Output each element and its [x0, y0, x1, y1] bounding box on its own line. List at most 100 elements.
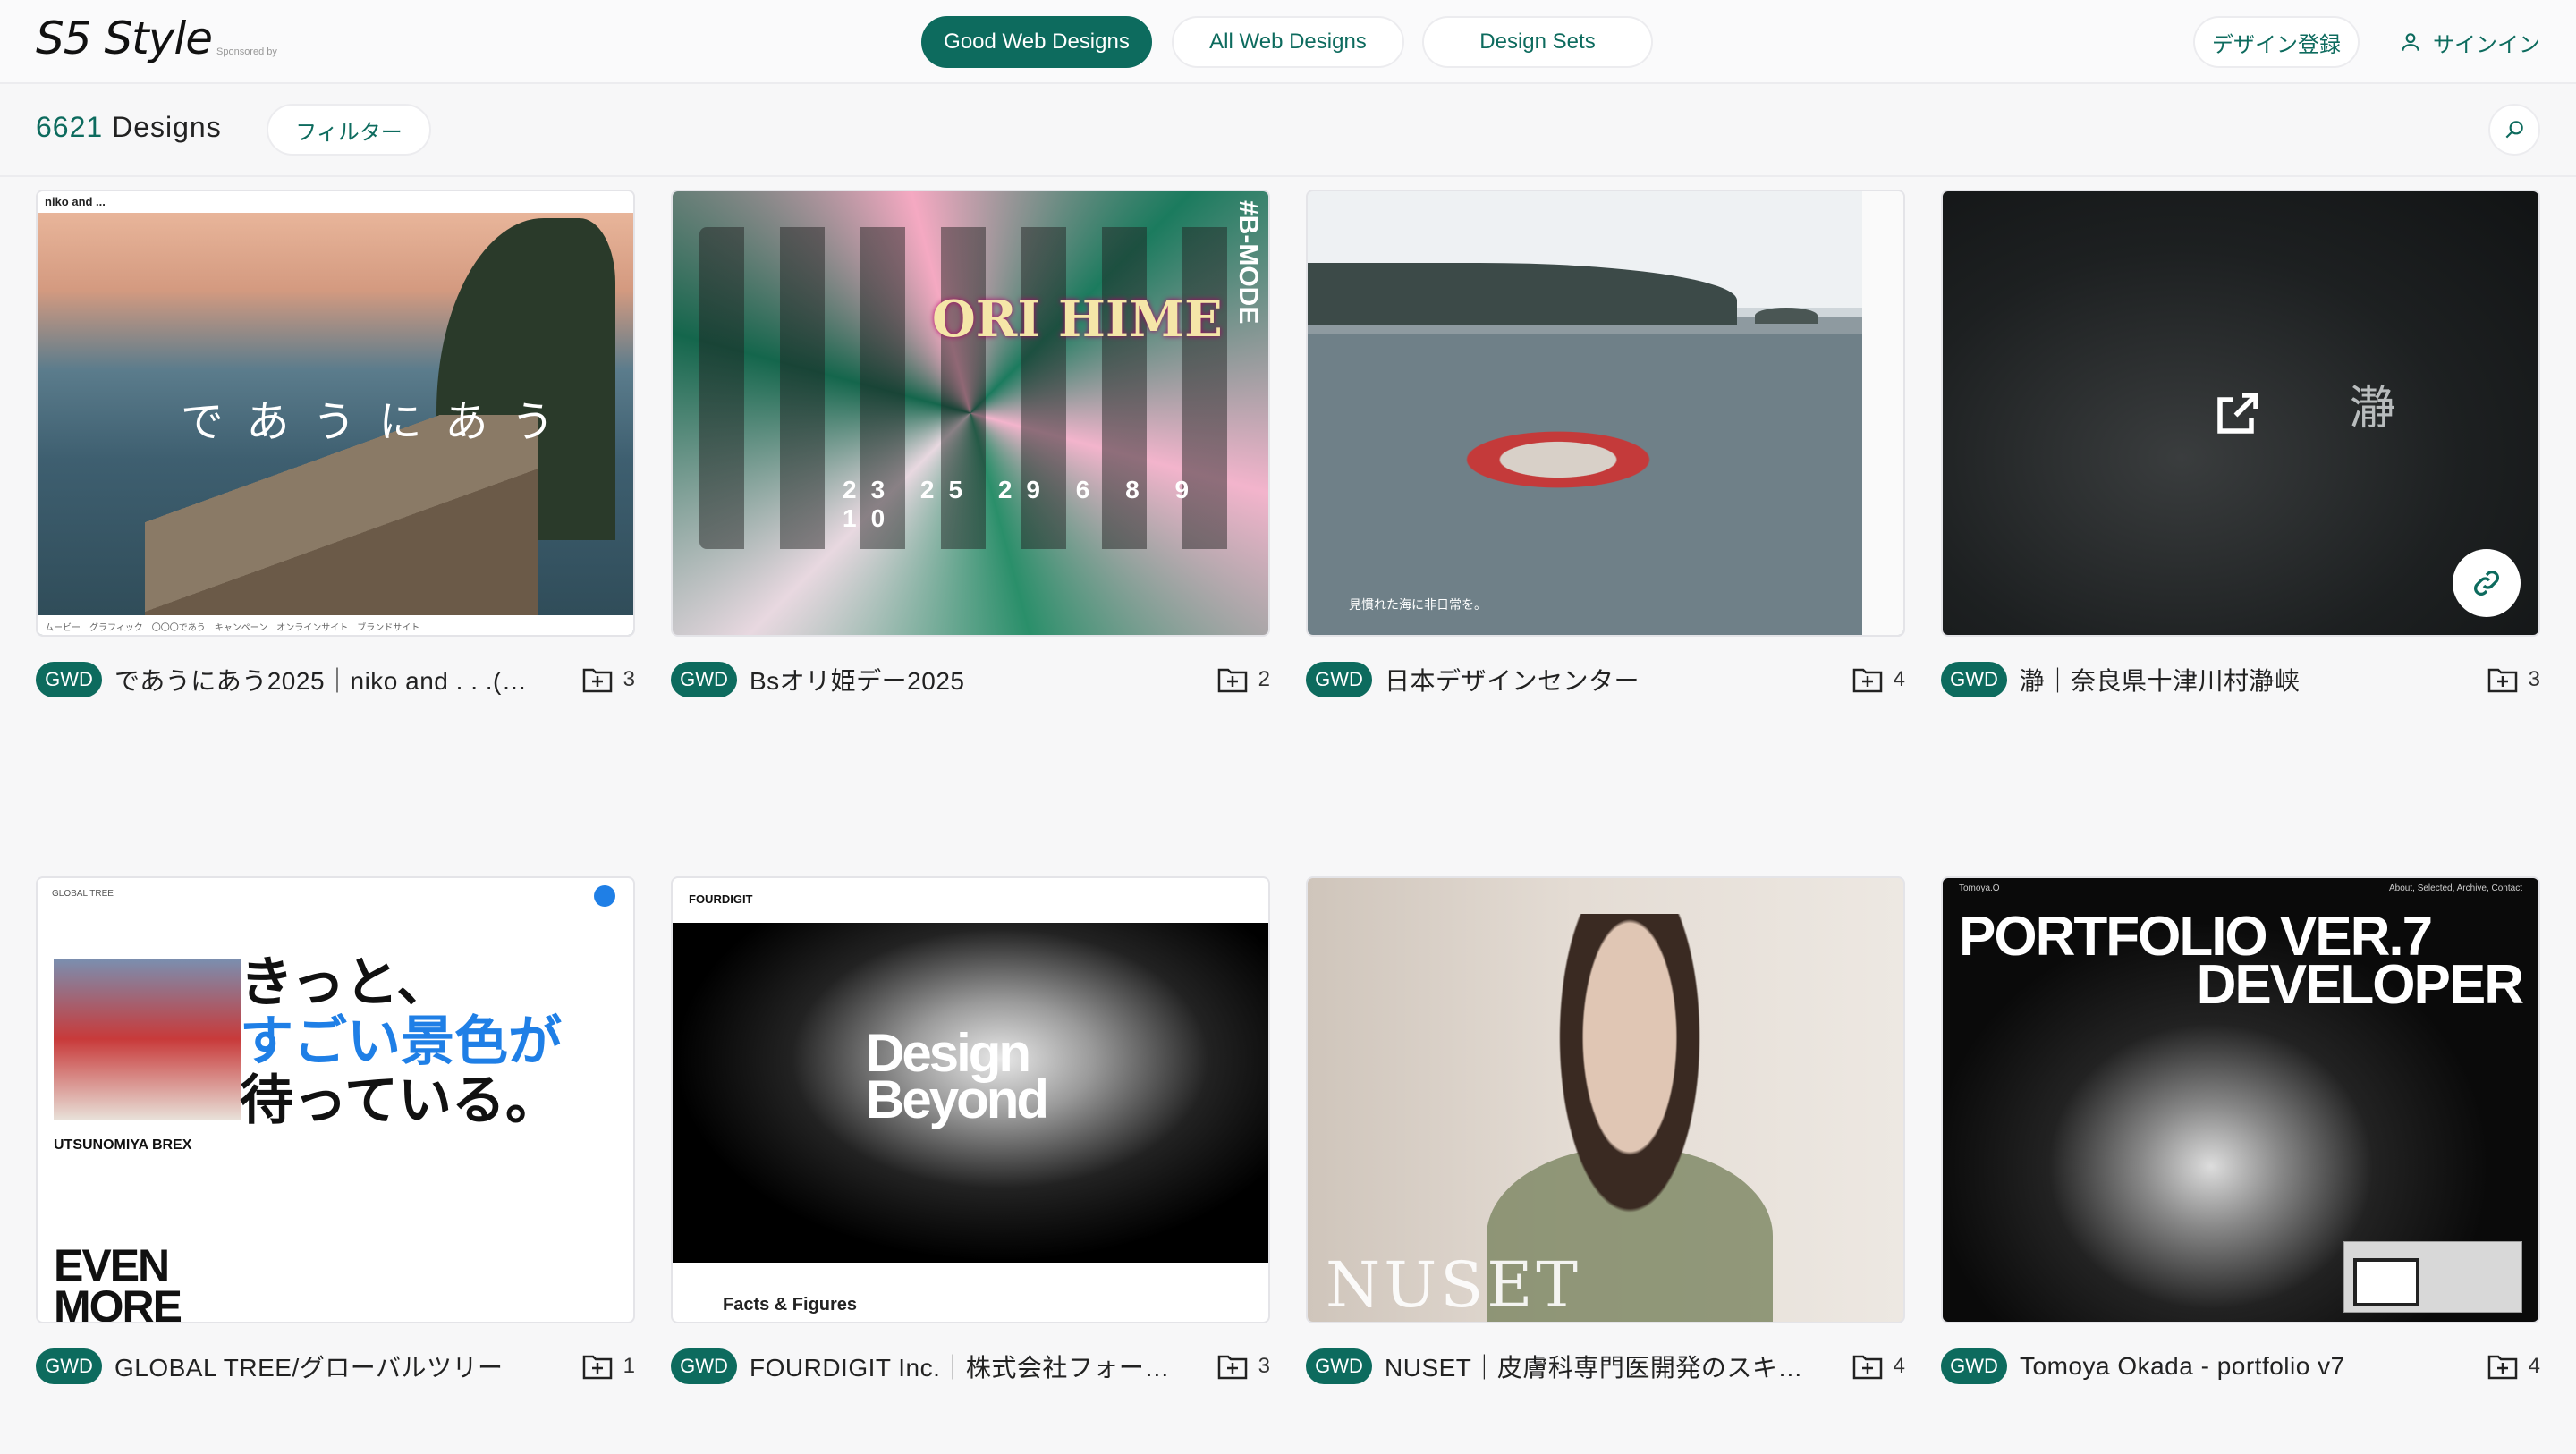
gwd-badge: GWD [36, 662, 102, 697]
add-to-set-button[interactable]: 4 [2487, 1353, 2540, 1380]
thumb-section: Facts & Figures [723, 1295, 858, 1315]
set-count: 1 [623, 1354, 635, 1378]
gwd-badge: GWD [36, 1348, 102, 1384]
card-meta: GWD Bsオリ姫デー2025 2 [671, 660, 1270, 699]
design-thumbnail[interactable]: 瀞 [1941, 190, 2540, 637]
thumb-headline: きっと、 すごい景色が 待っている。 [240, 953, 562, 1130]
gwd-badge: GWD [1306, 1348, 1372, 1384]
thumb-caption: 見慣れた海に非日常を。 [1349, 597, 1487, 612]
thumb-headline: であうにあう [181, 397, 578, 447]
gwd-badge: GWD [1941, 1348, 2007, 1384]
headline-line3: 待っている。 [240, 1069, 559, 1132]
card-title[interactable]: GLOBAL TREE/グローバルツリー [114, 1348, 503, 1384]
card-meta: GWD Tomoya Okada - portfolio v7 4 [1941, 1347, 2540, 1386]
link-icon [2474, 571, 2499, 596]
set-count: 4 [1893, 1354, 1905, 1378]
slogan-line2: MORE [54, 1281, 182, 1323]
thumb-footer: ムービー グラフィック 〇〇〇であう キャンペーン オンラインサイト ブランドサ… [38, 615, 633, 635]
card-title[interactable]: Bsオリ姫デー2025 [750, 662, 964, 697]
set-count: 2 [1258, 667, 1270, 691]
headline-line2: すごい景色が [240, 1010, 562, 1073]
design-card[interactable]: 瀞 GWD 瀞｜奈良県十津川村瀞峡 3 [1941, 190, 2540, 697]
copy-link-button[interactable] [2453, 549, 2521, 617]
set-count: 4 [1893, 667, 1905, 691]
signin-label: サインイン [2433, 32, 2540, 57]
tab-all-web-designs[interactable]: All Web Designs [1172, 16, 1404, 68]
thumb-headline-2: DEVELOPER [2196, 954, 2524, 1016]
folder-plus-icon [582, 668, 612, 693]
design-card[interactable]: GLOBAL TREE きっと、 すごい景色が 待っている。 UTSUNOMIY… [36, 876, 635, 1384]
gwd-badge: GWD [1941, 662, 2007, 697]
thumb-headline: Design Beyond [866, 1027, 1049, 1127]
design-register-button[interactable]: デザイン登録 [2193, 16, 2360, 68]
external-link-icon[interactable] [2211, 386, 2265, 440]
add-to-set-button[interactable]: 3 [2487, 666, 2540, 693]
design-card[interactable]: niko and ... であうにあう ムービー グラフィック 〇〇〇であう キ… [36, 190, 635, 697]
card-meta: GWD FOURDIGIT Inc.｜株式会社フォー… 3 [671, 1347, 1270, 1386]
design-count-label: Designs [112, 111, 222, 143]
design-thumbnail[interactable]: FOURDIGIT Design Beyond Facts & Figures [671, 876, 1270, 1323]
card-meta: GWD GLOBAL TREE/グローバルツリー 1 [36, 1347, 635, 1386]
design-thumbnail[interactable]: Tomoya.O About, Selected, Archive, Conta… [1941, 876, 2540, 1323]
design-card[interactable]: Tomoya.O About, Selected, Archive, Conta… [1941, 876, 2540, 1384]
add-to-set-button[interactable]: 3 [582, 666, 635, 693]
card-title[interactable]: であうにあう2025｜niko and . . .(… [114, 662, 527, 697]
thumb-brand: GLOBAL TREE [52, 889, 114, 899]
set-count: 3 [1258, 1354, 1270, 1378]
set-count: 4 [2528, 1354, 2540, 1378]
gwd-badge: GWD [1306, 662, 1372, 697]
signin-button[interactable]: サインイン [2399, 16, 2540, 68]
card-title[interactable]: NUSET｜皮膚科専門医開発のスキ… [1385, 1348, 1803, 1384]
tab-design-sets[interactable]: Design Sets [1422, 16, 1653, 68]
top-header: S5 Style Sponsored by Good Web Designs A… [0, 0, 2576, 84]
add-to-set-button[interactable]: 3 [1217, 1353, 1270, 1380]
gwd-badge: GWD [671, 662, 737, 697]
design-card[interactable]: 見慣れた海に非日常を。 GWD 日本デザインセンター 4 [1306, 190, 1905, 697]
design-card[interactable]: ORI HIME #B-MODE 23 25 29 6 8 9 10 GWD B… [671, 190, 1270, 697]
sponsored-label: Sponsored by [216, 46, 277, 57]
design-card[interactable]: FOURDIGIT Design Beyond Facts & Figures … [671, 876, 1270, 1384]
folder-plus-icon [582, 1355, 612, 1380]
design-thumbnail[interactable]: ORI HIME #B-MODE 23 25 29 6 8 9 10 [671, 190, 1270, 637]
add-to-set-button[interactable]: 1 [582, 1353, 635, 1380]
folder-plus-icon [1217, 1355, 1247, 1380]
card-title[interactable]: 瀞｜奈良県十津川村瀞峡 [2020, 662, 2301, 697]
add-to-set-button[interactable]: 2 [1217, 666, 1270, 693]
design-thumbnail[interactable]: niko and ... であうにあう ムービー グラフィック 〇〇〇であう キ… [36, 190, 635, 637]
set-count: 3 [2528, 667, 2540, 691]
search-button[interactable] [2488, 104, 2540, 156]
thumb-headline: ORI HIME [932, 290, 1223, 349]
design-thumbnail[interactable]: GLOBAL TREE きっと、 すごい景色が 待っている。 UTSUNOMIY… [36, 876, 635, 1323]
island-shape [1308, 263, 1737, 325]
thumb-slogan: EVEN MORE [54, 1243, 182, 1323]
thumb-tag: Tomoya.O [1959, 883, 2000, 893]
tab-good-web-designs[interactable]: Good Web Designs [921, 16, 1152, 68]
gwd-badge: GWD [671, 1348, 737, 1384]
menu-dot [594, 885, 615, 907]
headline-line1: きっと、 [240, 951, 451, 1014]
folder-plus-icon [2487, 668, 2517, 693]
thumb-menu: About, Selected, Archive, Contact [2389, 883, 2522, 893]
card-title[interactable]: FOURDIGIT Inc.｜株式会社フォー… [750, 1348, 1170, 1384]
headline-line2: Beyond [866, 1069, 1049, 1129]
mini-window-frame [2353, 1258, 2419, 1306]
filter-button[interactable]: フィルター [267, 104, 431, 156]
card-meta: GWD 日本デザインセンター 4 [1306, 660, 1905, 699]
folder-plus-icon [1852, 668, 1882, 693]
card-meta: GWD 瀞｜奈良県十津川村瀞峡 3 [1941, 660, 2540, 699]
design-thumbnail[interactable]: 見慣れた海に非日常を。 [1306, 190, 1905, 637]
team-photo [54, 959, 242, 1120]
design-thumbnail[interactable]: NUSET [1306, 876, 1905, 1323]
thumb-brand: NUSET [1326, 1248, 1581, 1322]
add-to-set-button[interactable]: 4 [1852, 1353, 1905, 1380]
thumb-vertical-text: #B-MODE [1233, 200, 1263, 325]
thumb-brand: FOURDIGIT [689, 892, 753, 906]
card-title[interactable]: Tomoya Okada - portfolio v7 [2020, 1352, 2345, 1381]
add-to-set-button[interactable]: 4 [1852, 666, 1905, 693]
site-logo[interactable]: S5 Style [36, 13, 213, 64]
design-card[interactable]: NUSET GWD NUSET｜皮膚科専門医開発のスキ… 4 [1306, 876, 1905, 1384]
search-icon [2505, 121, 2523, 139]
set-count: 3 [623, 667, 635, 691]
card-title[interactable]: 日本デザインセンター [1385, 662, 1640, 697]
card-meta: GWD NUSET｜皮膚科専門医開発のスキ… 4 [1306, 1347, 1905, 1386]
